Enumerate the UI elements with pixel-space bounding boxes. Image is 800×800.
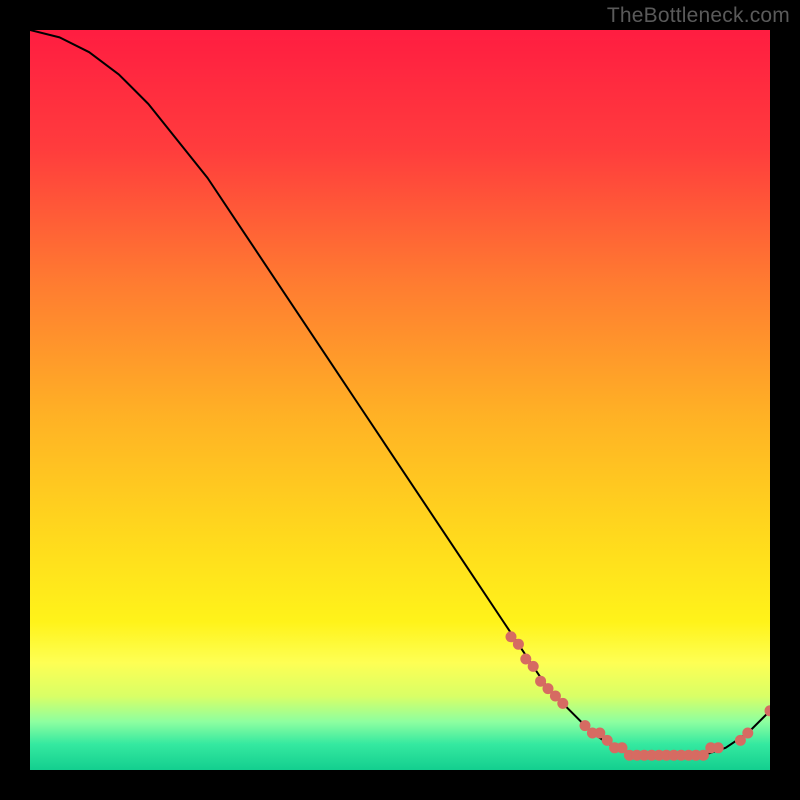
data-point xyxy=(557,698,568,709)
plot-area xyxy=(30,30,770,770)
data-point xyxy=(513,639,524,650)
data-point xyxy=(742,728,753,739)
marker-points xyxy=(30,30,770,770)
watermark-text: TheBottleneck.com xyxy=(607,4,790,28)
data-point xyxy=(528,661,539,672)
data-point xyxy=(765,705,771,716)
chart-frame: TheBottleneck.com xyxy=(0,0,800,800)
data-point xyxy=(713,742,724,753)
